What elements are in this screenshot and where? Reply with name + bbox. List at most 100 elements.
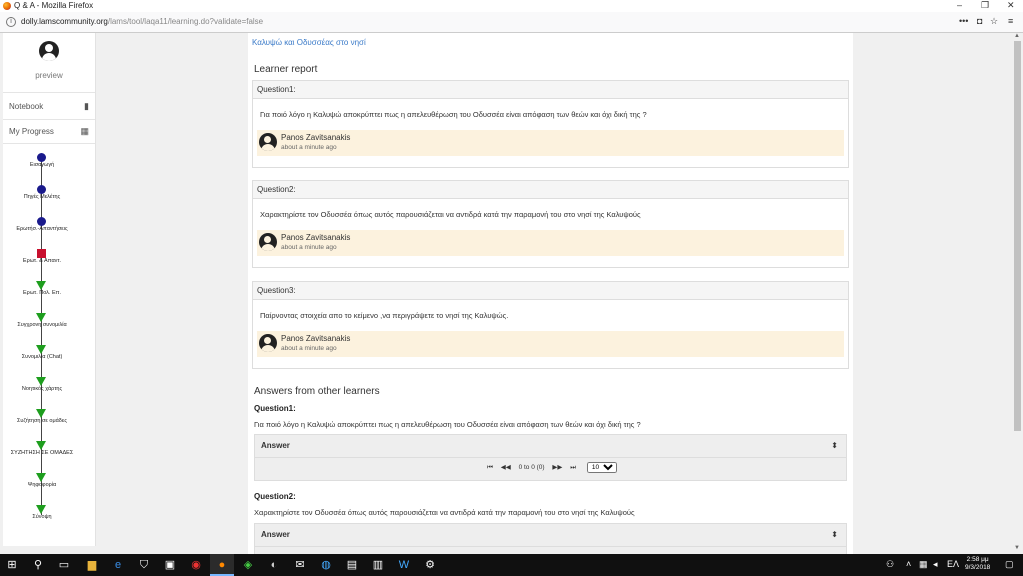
activity-node-todo-icon[interactable]	[36, 505, 46, 514]
notebook-icon: ▮	[84, 101, 89, 111]
address-bar[interactable]: i dolly.lamscommunity.org/lams/tool/laqa…	[0, 12, 1023, 33]
other-answers-title: Answers from other learners	[254, 386, 380, 397]
app-icon[interactable]: ⚙	[418, 554, 442, 576]
maximize-button[interactable]: ❐	[981, 0, 989, 11]
page-size-select[interactable]: 10	[586, 462, 617, 473]
scroll-up-icon[interactable]: ▲	[1014, 33, 1020, 39]
volume-icon[interactable]: ◂	[933, 559, 938, 570]
app-icon[interactable]: ▥	[366, 554, 390, 576]
activity-node-done-icon[interactable]	[37, 217, 46, 226]
activity-label[interactable]: Ερωτ. & Απαντ.	[7, 258, 77, 264]
activity-label[interactable]: Ερωτ. Πολ. Επ.	[7, 290, 77, 296]
question-panel: Question3: Παίρνοντας στοιχεία απο το κε…	[252, 281, 849, 369]
other-question-text: Χαρακτηρίστε τον Οδυσσέα όπως αυτός παρο…	[254, 508, 635, 517]
activity-label[interactable]: Συνομιλία (Chat)	[7, 354, 77, 360]
close-button[interactable]: ✕	[1007, 0, 1015, 11]
divider	[3, 143, 95, 144]
learner-sidebar: preview Notebook ▮ My Progress ▦ Εισαγωγ…	[3, 33, 96, 546]
answer-column-header[interactable]: Answer	[255, 524, 846, 547]
activity-node-done-icon[interactable]	[37, 185, 46, 194]
activity-label[interactable]: ΣΥΖΗΤΗΣΗ ΣΕ ΟΜΑΔΕΣ	[7, 450, 77, 456]
grid-pager: ⏮ ◀◀ 0 to 0 (0) ▶▶ ⏭ 10	[255, 458, 846, 478]
activity-node-done-icon[interactable]	[37, 153, 46, 162]
activity-node-todo-icon[interactable]	[36, 313, 46, 322]
site-info-icon[interactable]: i	[6, 17, 16, 27]
activity-node-todo-icon[interactable]	[36, 441, 46, 450]
people-icon[interactable]: ⚇	[886, 559, 894, 570]
lesson-title[interactable]: Καλυψώ και Οδυσσέας στο νησί	[252, 38, 366, 47]
first-page-icon[interactable]: ⏮	[487, 458, 493, 478]
chevron-up-icon[interactable]: ˄	[906, 559, 911, 569]
scroll-down-icon[interactable]: ▼	[1014, 545, 1020, 551]
app-icon[interactable]: ◈	[236, 554, 260, 576]
globe-icon[interactable]: ◍	[314, 554, 338, 576]
word-icon[interactable]: W	[392, 554, 416, 576]
activity-node-todo-icon[interactable]	[36, 473, 46, 482]
pocket-icon[interactable]: ◘	[977, 16, 982, 26]
activity-node-todo-icon[interactable]	[36, 377, 46, 386]
notebook-link[interactable]: Notebook ▮	[9, 101, 91, 111]
system-clock[interactable]: 2:58 μμ 9/3/2018	[965, 556, 990, 572]
user-avatar-icon	[259, 334, 277, 352]
question-header: Question3:	[253, 282, 848, 300]
answer-time: about a minute ago	[281, 345, 337, 352]
answers-grid: Answer ⬍ ⏮ ◀◀ 0 to 0 (0) ▶▶ ⏭ 10	[254, 434, 847, 481]
sort-icon[interactable]: ⬍	[831, 530, 838, 539]
notifications-icon[interactable]: ▢	[1005, 559, 1014, 570]
question-panel: Question2: Χαρακτηρίστε τον Οδυσσέα όπως…	[252, 180, 849, 268]
learner-report-title: Learner report	[254, 64, 318, 75]
file-explorer-icon[interactable]: ▆	[80, 554, 104, 576]
main-content: Καλυψώ και Οδυσσέας στο νησί Learner rep…	[248, 33, 853, 555]
search-icon[interactable]: ⚲	[26, 554, 50, 576]
hamburger-menu-icon[interactable]: ≡	[1008, 16, 1013, 26]
answers-grid: Answer ⬍	[254, 523, 847, 555]
language-indicator[interactable]: ΕΛ	[947, 559, 959, 569]
store-icon[interactable]: ⛉	[132, 554, 156, 576]
page-actions-icon[interactable]: •••	[959, 16, 968, 26]
activity-label[interactable]: Εισαγωγή	[7, 162, 77, 168]
activity-label[interactable]: Νοητικός χάρτης	[7, 386, 77, 392]
activity-node-current-icon[interactable]	[37, 249, 46, 258]
notebook-label: Notebook	[9, 102, 44, 111]
network-icon[interactable]: ▦	[919, 559, 928, 570]
mail-icon[interactable]: ✉	[288, 554, 312, 576]
activity-node-todo-icon[interactable]	[36, 409, 46, 418]
answer-card: Panos Zavitsanakis about a minute ago	[257, 331, 844, 357]
other-question-text: Για ποιό λόγο η Καλυψώ αποκρύπτει πως η …	[254, 420, 641, 429]
firefox-taskbar-icon[interactable]: ●	[210, 554, 234, 576]
app-icon[interactable]: ▤	[340, 554, 364, 576]
clock-date: 9/3/2018	[965, 564, 991, 571]
activity-label[interactable]: Πηγές Μελέτης	[7, 194, 77, 200]
map-icon: ▦	[80, 126, 89, 136]
start-windows-icon[interactable]: ⊞	[0, 554, 24, 576]
preview-label: preview	[35, 71, 63, 80]
activity-label[interactable]: Ψηφοφορία	[7, 482, 77, 488]
activity-label[interactable]: Σύνοψη	[7, 514, 77, 520]
next-page-icon[interactable]: ▶▶	[552, 458, 562, 478]
activity-label[interactable]: Ερωτήσ.-Απαντήσεις	[7, 226, 77, 232]
activity-node-todo-icon[interactable]	[36, 281, 46, 290]
activity-label[interactable]: Συγχρονη συνομιλία	[7, 322, 77, 328]
prev-page-icon[interactable]: ◀◀	[501, 458, 511, 478]
my-progress-link[interactable]: My Progress ▦	[9, 126, 91, 136]
task-view-icon[interactable]: ▭	[52, 554, 76, 576]
app-icon[interactable]: ◐	[262, 554, 286, 576]
scroll-thumb[interactable]	[1014, 41, 1021, 431]
page-scrollbar[interactable]: ▲ ▼	[1012, 33, 1023, 554]
user-avatar-icon	[39, 41, 59, 61]
chrome-icon[interactable]: ◉	[184, 554, 208, 576]
my-progress-label: My Progress	[9, 127, 54, 136]
edge-icon[interactable]: e	[106, 554, 130, 576]
url-host: dolly.lamscommunity.org	[21, 17, 108, 26]
answer-column-header[interactable]: Answer	[255, 435, 846, 458]
last-page-icon[interactable]: ⏭	[570, 458, 576, 478]
app-icon[interactable]: ▣	[158, 554, 182, 576]
bookmark-star-icon[interactable]: ☆	[990, 16, 998, 27]
sort-icon[interactable]: ⬍	[831, 441, 838, 450]
url-text[interactable]: dolly.lamscommunity.org/lams/tool/laqa11…	[21, 17, 263, 26]
activity-label[interactable]: Συζήτηση σε ομάδες	[7, 418, 77, 424]
user-avatar-icon	[259, 133, 277, 151]
other-question-header: Question2:	[254, 492, 296, 501]
activity-node-todo-icon[interactable]	[36, 345, 46, 354]
minimize-button[interactable]: –	[957, 0, 962, 10]
